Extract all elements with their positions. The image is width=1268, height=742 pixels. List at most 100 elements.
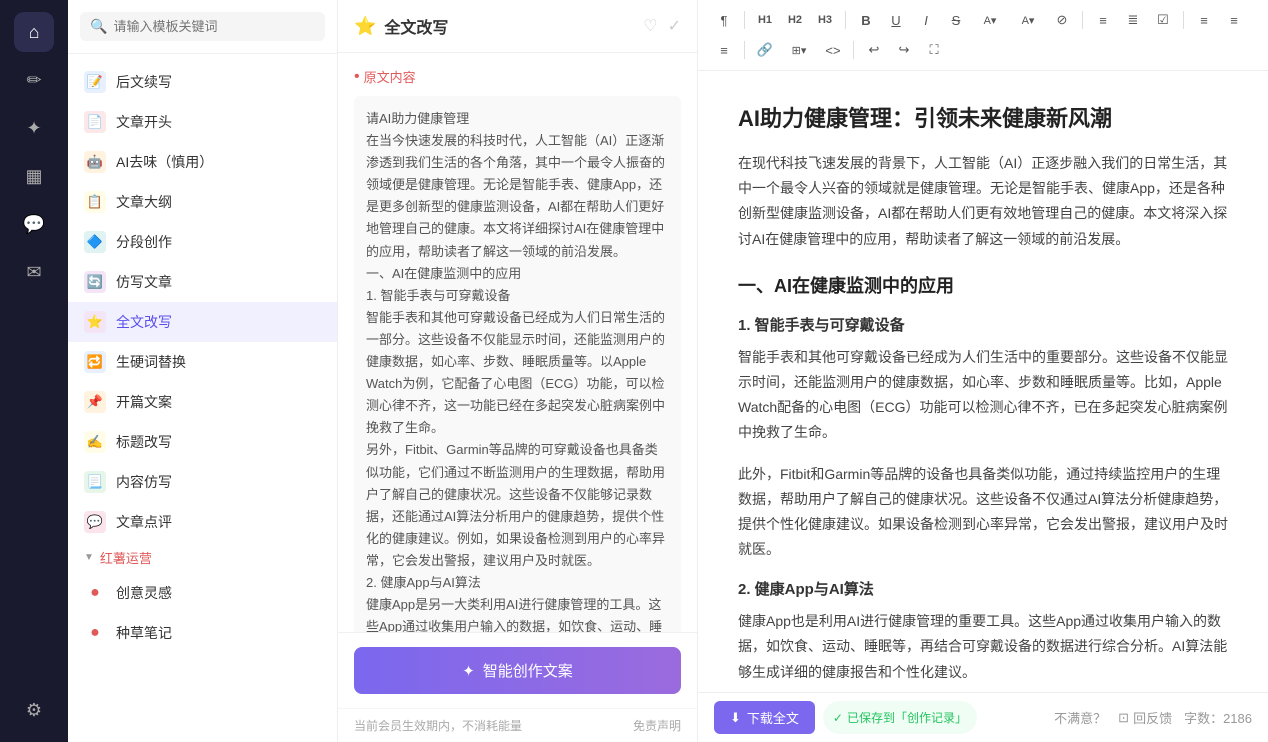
download-icon: ⬇ — [730, 710, 741, 726]
smart-btn-area: ✦ 智能创作文案 — [338, 632, 697, 708]
smart-create-button[interactable]: ✦ 智能创作文案 — [354, 647, 681, 694]
toolbar-table[interactable]: ⊞▾ — [781, 36, 817, 64]
template-label-after-write: 后文续写 — [116, 72, 172, 92]
template-item-ai-remove[interactable]: 🤖 AI去味（慎用） — [68, 142, 337, 182]
template-icon-rewrite: ⭐ — [84, 311, 106, 333]
download-button[interactable]: ⬇ 下载全文 — [714, 701, 815, 734]
toolbar-undo[interactable]: ↩ — [860, 36, 888, 64]
word-count: 字数：2186 — [1184, 708, 1252, 727]
template-label-creative: 创意灵感 — [116, 583, 172, 603]
sidebar-icon-home[interactable]: ⌂ — [14, 12, 54, 52]
template-label-article-start: 文章开头 — [116, 112, 172, 132]
saved-badge: ✓ 已保存到「创作记录」 — [823, 701, 977, 734]
toolbar-bullet-list[interactable]: ≡ — [1089, 6, 1117, 34]
toolbar-link[interactable]: 🔗 — [751, 36, 779, 64]
editor-footer-right: 不满意？ ⊡ 回反馈 字数：2186 — [1054, 708, 1252, 727]
member-status: 当前会员生效期内，不消耗能量 — [354, 717, 522, 734]
content-header: ⭐ 全文改写 ♡ ✓ — [338, 0, 697, 53]
editor-content[interactable]: AI助力健康管理：引领未来健康新风潮 在现代科技飞速发展的背景下，人工智能（AI… — [698, 71, 1268, 692]
template-item-review[interactable]: 💬 文章点评 — [68, 502, 337, 542]
original-label: 原文内容 — [354, 67, 681, 86]
toolbar-italic[interactable]: I — [912, 6, 940, 34]
toolbar-font-color[interactable]: A▾ — [972, 6, 1008, 34]
toolbar-h2[interactable]: H2 — [781, 6, 809, 34]
toolbar-align-center[interactable]: ≡ — [1220, 6, 1248, 34]
template-icon-content-imitate: 📃 — [84, 471, 106, 493]
toolbar-redo[interactable]: ↪ — [890, 36, 918, 64]
search-box[interactable]: 🔍 — [80, 12, 325, 41]
toolbar-highlight[interactable]: A▾ — [1010, 6, 1046, 34]
toolbar-underline[interactable]: U — [882, 6, 910, 34]
sidebar-icon-mail[interactable]: ✉ — [14, 252, 54, 292]
toolbar-bold[interactable]: B — [852, 6, 880, 34]
template-item-opening[interactable]: 📌 开篇文案 — [68, 382, 337, 422]
editor-toolbar: ¶ H1 H2 H3 B U I S A▾ A▾ ⊘ ≡ ≣ ☑ ≡ ≡ ≡ 🔗… — [698, 0, 1268, 71]
toolbar-clear-format[interactable]: ⊘ — [1048, 6, 1076, 34]
template-item-notes[interactable]: ● 种草笔记 — [68, 613, 337, 653]
content-panel: ⭐ 全文改写 ♡ ✓ 原文内容 请AI助力健康管理 在当今快速发展的科技时代，人… — [338, 0, 698, 742]
template-icon-word-replace: 🔁 — [84, 351, 106, 373]
template-label-imitate: 仿写文章 — [116, 272, 172, 292]
content-title: 全文改写 — [384, 14, 448, 38]
heart-icon[interactable]: ♡ — [643, 16, 657, 36]
dissatisfied-button[interactable]: 不满意？ — [1054, 708, 1106, 727]
template-item-article-start[interactable]: 📄 文章开头 — [68, 102, 337, 142]
toolbar-paragraph[interactable]: ¶ — [710, 6, 738, 34]
template-item-content-imitate[interactable]: 📃 内容仿写 — [68, 462, 337, 502]
toolbar-code[interactable]: <> — [819, 36, 847, 64]
template-label-rewrite: 全文改写 — [116, 312, 172, 332]
toolbar-task-list[interactable]: ☑ — [1149, 6, 1177, 34]
section-header-marketing[interactable]: ▼ 红薯运营 — [68, 542, 337, 573]
star-icon: ⭐ — [354, 16, 376, 37]
content-footer: 当前会员生效期内，不消耗能量 免责声明 — [338, 708, 697, 742]
template-item-after-write[interactable]: 📝 后文续写 — [68, 62, 337, 102]
template-icon-segment: 🔷 — [84, 231, 106, 253]
template-search-area: 🔍 — [68, 0, 337, 54]
search-icon: 🔍 — [90, 18, 107, 35]
template-icon-imitate: 🔄 — [84, 271, 106, 293]
smart-btn-label: 智能创作文案 — [483, 660, 573, 681]
toolbar-h1[interactable]: H1 — [751, 6, 779, 34]
template-icon-review: 💬 — [84, 511, 106, 533]
toolbar-sep-4 — [1183, 11, 1184, 29]
sidebar-icon-settings[interactable]: ⚙ — [14, 690, 54, 730]
check-circle-icon[interactable]: ✓ — [668, 16, 681, 36]
template-item-segment[interactable]: 🔷 分段创作 — [68, 222, 337, 262]
section1-title: 一、AI在健康监测中的应用 — [738, 272, 1228, 298]
template-panel: 🔍 📝 后文续写 📄 文章开头 🤖 AI去味（慎用） 📋 文章大纲 🔷 分段创作… — [68, 0, 338, 742]
template-item-imitate[interactable]: 🔄 仿写文章 — [68, 262, 337, 302]
feedback-button[interactable]: ⊡ 回反馈 — [1118, 708, 1172, 727]
template-item-creative[interactable]: ● 创意灵感 — [68, 573, 337, 613]
toolbar-strikethrough[interactable]: S — [942, 6, 970, 34]
editor-panel: ¶ H1 H2 H3 B U I S A▾ A▾ ⊘ ≡ ≣ ☑ ≡ ≡ ≡ 🔗… — [698, 0, 1268, 742]
toolbar-align-right[interactable]: ≡ — [710, 36, 738, 64]
section-label: 红薯运营 — [100, 548, 152, 567]
toolbar-fullscreen[interactable]: ⛶ — [920, 36, 948, 64]
sidebar-icon-template[interactable]: ▦ — [14, 156, 54, 196]
subsection1-p2: 此外，Fitbit和Garmin等品牌的设备也具备类似功能，通过持续监控用户的生… — [738, 462, 1228, 563]
toolbar-h3[interactable]: H3 — [811, 6, 839, 34]
feedback-label: 回反馈 — [1133, 708, 1172, 727]
template-item-outline[interactable]: 📋 文章大纲 — [68, 182, 337, 222]
template-icon-ai-remove: 🤖 — [84, 151, 106, 173]
template-label-review: 文章点评 — [116, 512, 172, 532]
template-item-title-rewrite[interactable]: ✍ 标题改写 — [68, 422, 337, 462]
original-text[interactable]: 请AI助力健康管理 在当今快速发展的科技时代，人工智能（AI）正逐渐渗透到我们生… — [354, 96, 681, 632]
template-label-word-replace: 生硬词替换 — [116, 352, 186, 372]
subsection1-title: 1. 智能手表与可穿戴设备 — [738, 314, 1228, 335]
search-input[interactable] — [113, 19, 315, 34]
sidebar-icon-write[interactable]: ✏ — [14, 60, 54, 100]
template-label-segment: 分段创作 — [116, 232, 172, 252]
sidebar-icon-magic[interactable]: ✦ — [14, 108, 54, 148]
template-item-rewrite[interactable]: ⭐ 全文改写 — [68, 302, 337, 342]
template-list: 📝 后文续写 📄 文章开头 🤖 AI去味（慎用） 📋 文章大纲 🔷 分段创作 🔄… — [68, 54, 337, 661]
check-icon: ✓ — [833, 711, 843, 725]
editor-footer: ⬇ 下载全文 ✓ 已保存到「创作记录」 不满意？ ⊡ 回反馈 字数：2186 — [698, 692, 1268, 742]
toolbar-ordered-list[interactable]: ≣ — [1119, 6, 1147, 34]
template-item-word-replace[interactable]: 🔁 生硬词替换 — [68, 342, 337, 382]
template-icon-outline: 📋 — [84, 191, 106, 213]
toolbar-sep-6 — [853, 41, 854, 59]
toolbar-align-left[interactable]: ≡ — [1190, 6, 1218, 34]
sidebar-icon-chat[interactable]: 💬 — [14, 204, 54, 244]
download-label: 下载全文 — [747, 708, 799, 727]
